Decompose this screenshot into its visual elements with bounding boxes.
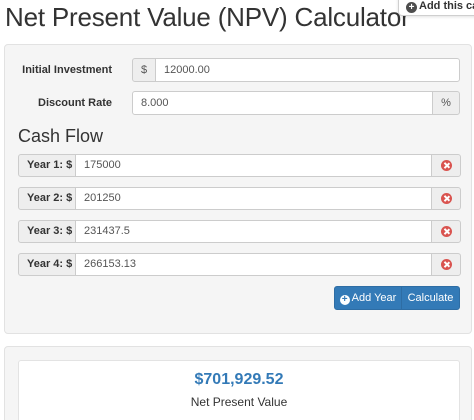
- plus-icon: +: [406, 2, 417, 13]
- year-label: Year 2: $: [18, 187, 76, 210]
- remove-circle-icon: [441, 160, 452, 171]
- year-label: Year 1: $: [18, 154, 76, 177]
- page-title: Net Present Value (NPV) Calculator: [5, 2, 410, 32]
- add-widget-label: Add this ca: [419, 0, 474, 12]
- discount-rate-input[interactable]: 8.000: [132, 91, 433, 115]
- remove-year-button[interactable]: [431, 187, 461, 210]
- percent-addon: %: [432, 91, 460, 115]
- year-input[interactable]: 231437.5: [75, 220, 432, 243]
- initial-investment-label: Initial Investment: [22, 64, 112, 76]
- remove-circle-icon: [441, 259, 452, 270]
- remove-circle-icon: [441, 193, 452, 204]
- add-widget-tab[interactable]: + Add this ca: [398, 0, 474, 16]
- add-year-button[interactable]: + Add Year: [334, 286, 402, 310]
- year-input[interactable]: 201250: [75, 187, 432, 210]
- add-year-label: Add Year: [351, 292, 397, 304]
- remove-year-button[interactable]: [431, 220, 461, 243]
- discount-rate-label: Discount Rate: [38, 97, 112, 109]
- remove-year-button[interactable]: [431, 253, 461, 276]
- remove-circle-icon: [441, 226, 452, 237]
- year-label: Year 4: $: [18, 253, 76, 276]
- year-input[interactable]: 266153.13: [75, 253, 432, 276]
- plus-circle-icon: +: [339, 295, 350, 305]
- year-label: Year 3: $: [18, 220, 76, 243]
- calculate-button[interactable]: Calculate: [401, 286, 460, 310]
- dollar-addon: $: [132, 58, 156, 82]
- npv-label: Net Present Value: [190, 395, 288, 409]
- initial-investment-input[interactable]: 12000.00: [155, 58, 460, 82]
- result-well: [18, 360, 460, 420]
- npv-value: $701,929.52: [194, 371, 284, 388]
- cash-flow-title: Cash Flow: [18, 126, 104, 146]
- year-input[interactable]: 175000: [75, 154, 432, 177]
- remove-year-button[interactable]: [431, 154, 461, 177]
